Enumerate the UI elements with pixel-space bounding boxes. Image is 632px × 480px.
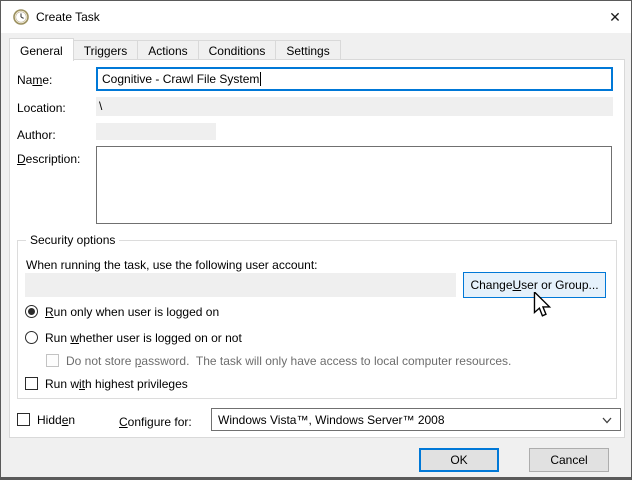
tab-settings[interactable]: Settings bbox=[275, 40, 340, 60]
checkbox-do-not-store-password bbox=[46, 354, 59, 367]
description-label: Description: bbox=[17, 152, 80, 166]
window-title: Create Task bbox=[36, 10, 100, 24]
tab-triggers[interactable]: Triggers bbox=[73, 40, 139, 60]
checkbox-do-not-store-password-label: Do not store password. The task will onl… bbox=[66, 354, 511, 368]
ok-button[interactable]: OK bbox=[419, 448, 499, 472]
author-label: Author: bbox=[17, 128, 56, 142]
chevron-down-icon bbox=[602, 417, 612, 424]
name-input-value: Cognitive - Crawl File System bbox=[102, 72, 259, 86]
checkbox-hidden[interactable] bbox=[17, 413, 30, 426]
account-hint: When running the task, use the following… bbox=[26, 258, 318, 272]
mouse-cursor-icon bbox=[532, 292, 552, 318]
titlebar: Create Task ✕ bbox=[1, 1, 631, 33]
create-task-dialog: Create Task ✕ General Triggers Actions C… bbox=[0, 0, 632, 480]
security-options-legend: Security options bbox=[26, 233, 119, 247]
location-label: Location: bbox=[17, 101, 66, 115]
tabstrip: General Triggers Actions Conditions Sett… bbox=[9, 37, 341, 60]
name-input[interactable]: Cognitive - Crawl File System bbox=[96, 67, 613, 91]
close-icon: ✕ bbox=[609, 9, 621, 26]
configure-for-select[interactable]: Windows Vista™, Windows Server™ 2008 bbox=[211, 408, 621, 431]
description-textarea[interactable] bbox=[96, 146, 612, 224]
checkbox-run-with-highest-privileges-label: Run with highest privileges bbox=[45, 377, 188, 391]
author-field bbox=[96, 123, 216, 140]
user-account-field bbox=[25, 273, 456, 297]
checkbox-run-with-highest-privileges[interactable] bbox=[25, 377, 38, 390]
radio-run-whether-logged-on-or-not[interactable] bbox=[25, 331, 38, 344]
name-label: Name: bbox=[17, 73, 52, 87]
radio-run-only-when-logged-on[interactable] bbox=[25, 305, 38, 318]
radio-run-only-when-logged-on-label: Run only when user is logged on bbox=[45, 305, 219, 319]
cancel-button[interactable]: Cancel bbox=[529, 448, 609, 472]
close-button[interactable]: ✕ bbox=[601, 5, 629, 29]
tab-conditions[interactable]: Conditions bbox=[198, 40, 277, 60]
location-value: \ bbox=[99, 99, 102, 113]
tab-actions[interactable]: Actions bbox=[137, 40, 198, 60]
task-scheduler-clock-icon bbox=[13, 9, 29, 25]
text-caret bbox=[260, 72, 261, 86]
location-field: \ bbox=[96, 97, 613, 116]
configure-for-value: Windows Vista™, Windows Server™ 2008 bbox=[218, 413, 445, 427]
tab-general[interactable]: General bbox=[9, 38, 74, 61]
radio-run-whether-logged-on-or-not-label: Run whether user is logged on or not bbox=[45, 331, 242, 345]
configure-for-label: Configure for: bbox=[119, 415, 192, 429]
checkbox-hidden-label: Hidden bbox=[37, 413, 75, 427]
